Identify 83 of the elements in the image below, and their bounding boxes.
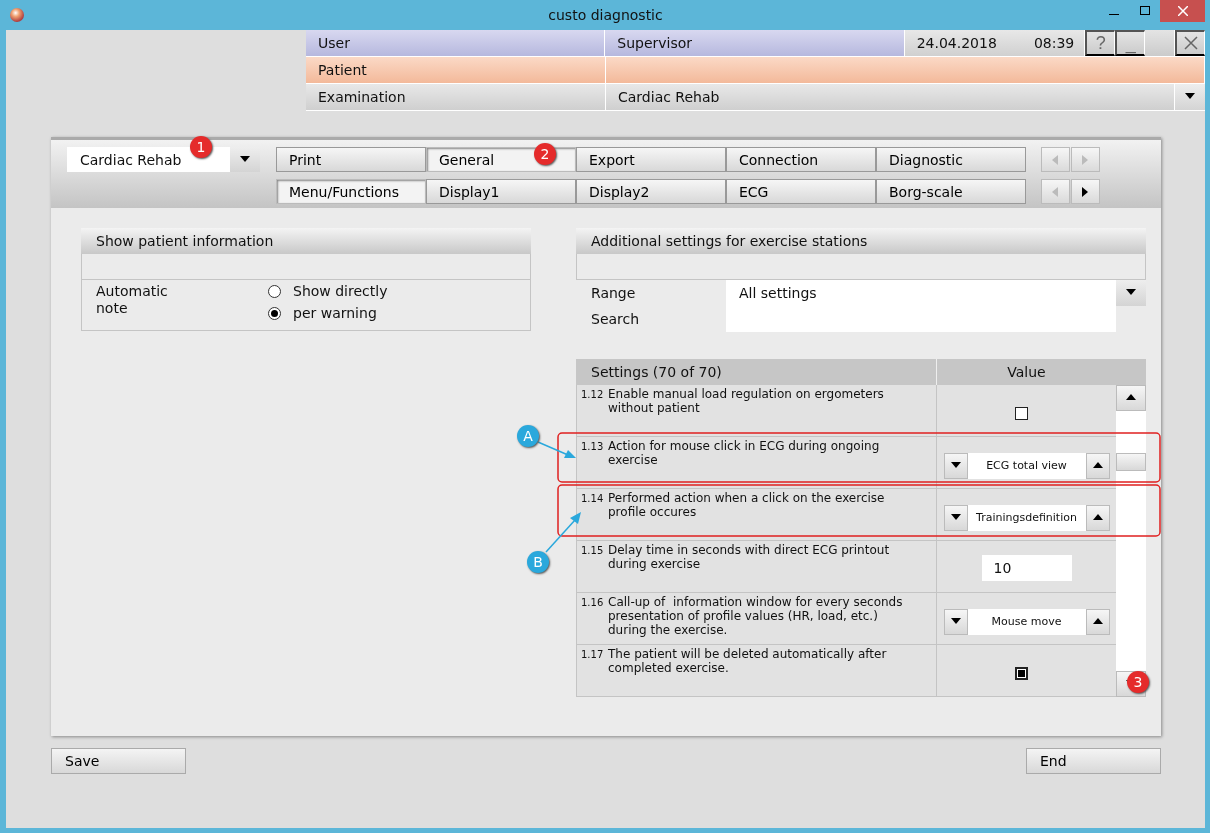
radio-label: Show directly [293,283,388,299]
number-field[interactable]: 10 [981,554,1072,581]
minimize-button[interactable]: _ [1115,30,1146,56]
radio-button[interactable] [268,284,281,298]
tab[interactable]: Menu/Functions [276,179,426,204]
end-button[interactable]: End [1026,748,1161,774]
tab[interactable]: Diagnostic [876,147,1026,172]
next-button[interactable] [1071,179,1100,204]
close-icon [1183,36,1198,50]
section-title: Show patient information [81,228,531,254]
scrollbar[interactable] [1116,385,1146,697]
setting-number: 1.14 [581,492,605,506]
caret-down-icon [1126,289,1136,295]
caret-left-icon [1051,154,1058,165]
tab[interactable]: Display2 [576,179,726,204]
radio-button[interactable] [268,306,281,320]
close-button[interactable] [1175,30,1205,56]
setting-number: 1.17 [581,648,605,662]
caret-up-icon [1126,394,1136,400]
callout-arrow [545,512,581,553]
spin-up-button[interactable] [1085,608,1110,635]
setting-value: ECG total view [967,452,1086,479]
field-label: Range [590,284,637,303]
patient-label: Patient [306,57,606,83]
caret-right-icon [1081,186,1088,197]
caret-down-icon [1185,93,1195,99]
setting-value: Trainingsdefinition [967,504,1086,531]
app-icon [10,8,24,22]
dropdown-button[interactable] [230,147,260,172]
setting-number: 1.13 [581,440,605,454]
save-button[interactable]: Save [51,748,186,774]
tab[interactable]: Display1 [426,179,576,204]
callout-arrow [537,441,576,458]
column-header: Value [1006,363,1047,382]
tab[interactable]: Print [276,147,426,172]
caret-down-icon [950,513,961,520]
caret-right-icon [1081,154,1088,165]
field-label: Automatic note [96,283,169,318]
spin-up-button[interactable] [1085,504,1110,531]
spin-down-button[interactable] [943,504,968,531]
section-title: Additional settings for exercise stations [576,228,1146,254]
setting-number: 1.12 [581,388,605,402]
tab[interactable]: Export [576,147,726,172]
user-label: User [306,30,606,56]
window-title: custo diagnostic [548,7,663,23]
spin-down-button[interactable] [943,452,968,479]
caret-down-icon [950,617,961,624]
caret-down-icon [240,155,250,162]
setting-value: Mouse move [967,608,1086,635]
date-text: 24.04.2018 [916,35,997,51]
setting-text: Enable manual load regulation on ergometers without patient [608,387,885,417]
checkbox[interactable] [1015,667,1028,680]
radio-label: per warning [293,305,377,321]
user-value: Supervisor [605,30,905,56]
tab[interactable]: ECG [726,179,876,204]
dropdown-button[interactable] [1175,84,1205,110]
field-label: Search [590,310,641,329]
caret-up-icon [1092,461,1103,468]
scroll-thumb[interactable] [1116,453,1146,471]
spin-down-button[interactable] [943,608,968,635]
setting-text: Performed action when a click on the exercise profile occures [608,491,886,521]
setting-number: 1.16 [581,596,605,610]
tab[interactable]: Borg-scale [876,179,1026,204]
spin-up-button[interactable] [1085,452,1110,479]
search-field[interactable] [726,306,1116,332]
scroll-up-button[interactable] [1116,385,1146,411]
examination-label: Examination [306,84,606,110]
setting-text: Delay time in seconds with direct ECG printout during exercise [608,543,891,573]
caret-down-icon [950,461,961,468]
blank-button[interactable] [1145,30,1176,56]
tab[interactable]: Connection [726,147,876,172]
setting-number: 1.15 [581,544,605,558]
checkbox[interactable] [1015,407,1028,420]
caret-left-icon [1051,186,1058,197]
caret-up-icon [1092,513,1103,520]
setting-text: Action for mouse click in ECG during ongoing exercise [608,439,881,469]
range-select[interactable]: All settings [726,280,1116,306]
caret-up-icon [1092,617,1103,624]
setting-text: Call-up of information window for every seconds presentation of profile values (HR, load, etc.) during the exercise. [608,595,904,639]
help-button[interactable]: ? [1085,30,1116,56]
time-text: 08:39 [1033,35,1075,51]
setting-text: The patient will be deleted automatically after completed exercise. [608,647,888,677]
examination-value[interactable]: Cardiac Rehab [606,84,1175,110]
